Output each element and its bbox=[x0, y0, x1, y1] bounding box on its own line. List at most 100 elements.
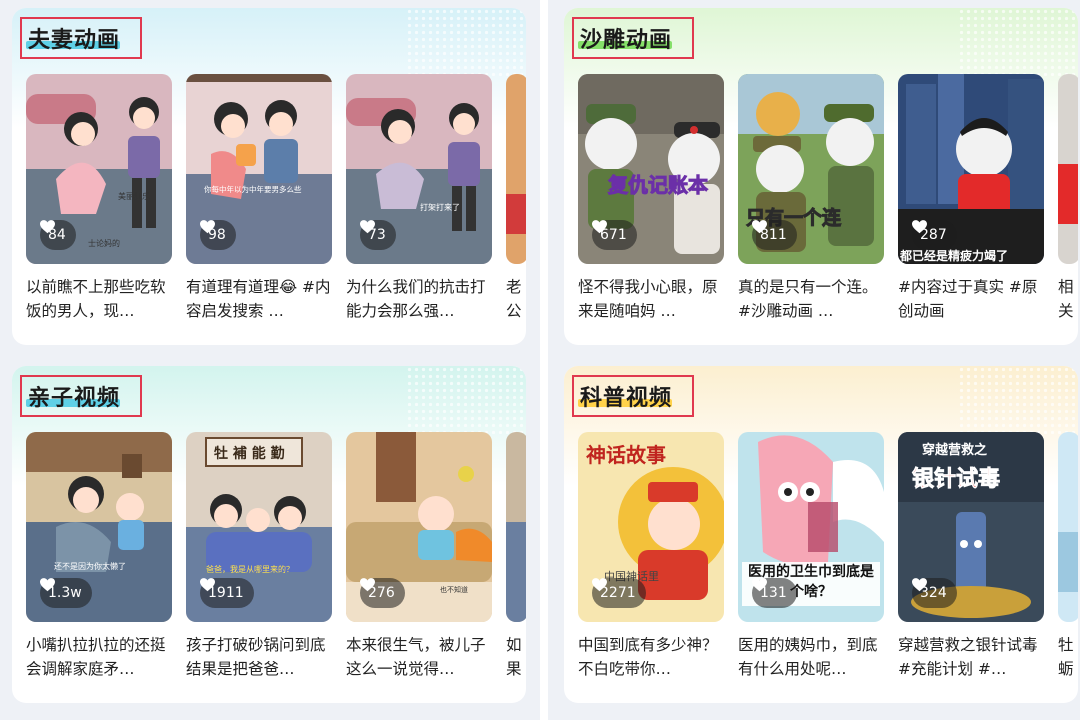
video-caption[interactable]: 医用的姨妈巾，到底有什么用处呢… bbox=[738, 633, 884, 681]
like-count-badge: 287 bbox=[912, 220, 957, 250]
video-card[interactable]: 只有一个连 811 真的是只有一个连。#沙雕动画 … bbox=[738, 74, 884, 323]
heart-icon bbox=[200, 578, 215, 592]
video-caption[interactable]: 真的是只有一个连。#沙雕动画 … bbox=[738, 275, 884, 323]
thumbnail-sign: 牡 補 能 勤 bbox=[214, 445, 285, 462]
video-caption[interactable]: 本来很生气，被儿子这么一说觉得… bbox=[346, 633, 492, 681]
card-row[interactable]: 神话故事 中国神话里 2271 中国到底有多少神？不白吃带你… 医用的卫生巾到底… bbox=[578, 432, 1078, 692]
video-caption[interactable]: 相关是不 bbox=[1058, 275, 1078, 323]
like-count-badge: 98 bbox=[200, 220, 236, 250]
video-thumbnail[interactable]: 美丽红乐 士论妈的 84 bbox=[26, 74, 172, 264]
video-caption[interactable]: 牡蛎也有 bbox=[1058, 633, 1078, 681]
thumbnail-caption: 穿越营救之 bbox=[922, 442, 987, 458]
video-card[interactable]: 也不知道 276 本来很生气，被儿子这么一说觉得… bbox=[346, 432, 492, 681]
video-caption[interactable]: 为什么我们的抗击打能力会那么强… bbox=[346, 275, 492, 323]
like-count-badge: 84 bbox=[40, 220, 76, 250]
heart-icon bbox=[912, 220, 927, 234]
video-thumbnail[interactable]: 也不知道 276 bbox=[346, 432, 492, 622]
section-title-box[interactable]: 夫妻动画 bbox=[20, 17, 143, 59]
like-count-badge: 1911 bbox=[200, 578, 254, 608]
like-count-badge: 324 bbox=[912, 578, 957, 608]
section-title: 夫妻动画 bbox=[28, 28, 121, 53]
video-caption[interactable]: 怪不得我小心眼，原来是随咱妈 … bbox=[578, 275, 724, 323]
video-caption[interactable]: 以前瞧不上那些吃软饭的男人，现… bbox=[26, 275, 172, 323]
thumbnail-caption: 也不知道 bbox=[440, 585, 468, 594]
video-thumbnail[interactable] bbox=[1058, 432, 1078, 622]
video-card[interactable]: 复仇记账本 671 怪不得我小心眼，原来是随咱妈 … bbox=[578, 74, 724, 323]
video-card-partial[interactable]: 如果老婆 bbox=[506, 432, 526, 681]
video-thumbnail[interactable]: 打架打来了 73 bbox=[346, 74, 492, 264]
video-card[interactable]: 打架打来了 73 为什么我们的抗击打能力会那么强… bbox=[346, 74, 492, 323]
video-thumbnail[interactable] bbox=[1058, 74, 1078, 264]
video-card[interactable]: 神话故事 中国神话里 2271 中国到底有多少神？不白吃带你… bbox=[578, 432, 724, 681]
video-card-partial[interactable]: 老公一拉 bbox=[506, 74, 526, 323]
thumbnail-art bbox=[506, 432, 526, 622]
video-caption[interactable]: 穿越营救之银针试毒 #充能计划 #… bbox=[898, 633, 1044, 681]
thumbnail-art bbox=[1058, 432, 1078, 622]
video-thumbnail[interactable]: 都已经是精疲力竭了 287 bbox=[898, 74, 1044, 264]
video-card[interactable]: 还不是因为你太懒了 1.3w 小嘴扒拉扒拉的还挺会调解家庭矛… bbox=[26, 432, 172, 681]
heart-icon bbox=[360, 220, 375, 234]
heart-icon bbox=[592, 578, 607, 592]
section-parenting-videos: 亲子视频 还不是因为你太懒了 1.3w 小嘴扒拉扒拉的还挺会调解家庭矛… 牡 補… bbox=[12, 366, 526, 703]
heart-icon bbox=[40, 578, 55, 592]
card-row[interactable]: 还不是因为你太懒了 1.3w 小嘴扒拉扒拉的还挺会调解家庭矛… 牡 補 能 勤 bbox=[26, 432, 526, 692]
video-card-partial[interactable]: 相关是不 bbox=[1058, 74, 1078, 323]
video-card[interactable]: 牡 補 能 勤 爸爸，我是从哪里来的？ 1911 孩子打破砂锅问到底结果是把爸爸… bbox=[186, 432, 332, 681]
video-card[interactable]: 你每中年以为中年要男多么些 98 有道理有道理😂 #内容启发搜索 … bbox=[186, 74, 332, 323]
section-title-box[interactable]: 科普视频 bbox=[572, 375, 695, 417]
video-card[interactable]: 医用的卫生巾到底是个啥？ 131 医用的姨妈巾，到底有什么用处呢… bbox=[738, 432, 884, 681]
like-count-badge: 1.3w bbox=[40, 578, 92, 608]
thumbnail-caption: 神话故事 bbox=[586, 443, 666, 467]
video-thumbnail[interactable]: 神话故事 中国神话里 2271 bbox=[578, 432, 724, 622]
thumbnail-caption: 美丽红乐 bbox=[118, 191, 150, 201]
thumbnail-caption: 打架打来了 bbox=[420, 202, 460, 212]
heart-icon bbox=[912, 578, 927, 592]
video-thumbnail[interactable]: 只有一个连 811 bbox=[738, 74, 884, 264]
heart-icon bbox=[592, 220, 607, 234]
section-title: 沙雕动画 bbox=[580, 28, 673, 53]
thumbnail-caption: 复仇记账本 bbox=[607, 173, 708, 197]
video-thumbnail[interactable] bbox=[506, 432, 526, 622]
heart-icon bbox=[40, 220, 55, 234]
thumbnail-art bbox=[1058, 74, 1078, 264]
like-count-badge: 73 bbox=[360, 220, 396, 250]
video-caption[interactable]: 有道理有道理😂 #内容启发搜索 … bbox=[186, 275, 332, 323]
video-card[interactable]: 都已经是精疲力竭了 287 #内容过于真实 #原创动画 bbox=[898, 74, 1044, 323]
like-count-badge: 276 bbox=[360, 578, 405, 608]
thumbnail-art bbox=[506, 74, 526, 264]
video-caption[interactable]: 小嘴扒拉扒拉的还挺会调解家庭矛… bbox=[26, 633, 172, 681]
thumbnail-caption: 爸爸，我是从哪里来的？ bbox=[206, 564, 294, 574]
video-card[interactable]: 美丽红乐 士论妈的 84 以前瞧不上那些吃软饭的男人，现… bbox=[26, 74, 172, 323]
section-title-box[interactable]: 亲子视频 bbox=[20, 375, 143, 417]
video-card-partial[interactable]: 牡蛎也有 bbox=[1058, 432, 1078, 681]
thumbnail-caption: 还不是因为你太懒了 bbox=[54, 561, 126, 571]
heart-icon bbox=[360, 578, 375, 592]
section-title-box[interactable]: 沙雕动画 bbox=[572, 17, 695, 59]
video-caption[interactable]: 中国到底有多少神？不白吃带你… bbox=[578, 633, 724, 681]
video-thumbnail[interactable]: 穿越营救之 银针试毒 324 bbox=[898, 432, 1044, 622]
section-title: 科普视频 bbox=[580, 386, 673, 411]
thumbnail-title: 银针试毒 bbox=[912, 466, 1000, 492]
thumbnail-watermark: 士论妈的 bbox=[88, 238, 120, 248]
like-count-badge: 671 bbox=[592, 220, 637, 250]
card-row[interactable]: 美丽红乐 士论妈的 84 以前瞧不上那些吃软饭的男人，现… 你每中年以为中年要男… bbox=[26, 74, 526, 334]
video-caption[interactable]: 孩子打破砂锅问到底结果是把爸爸… bbox=[186, 633, 332, 681]
video-thumbnail[interactable] bbox=[506, 74, 526, 264]
card-row[interactable]: 复仇记账本 671 怪不得我小心眼，原来是随咱妈 … 只有一个连 811 真的是… bbox=[578, 74, 1078, 334]
video-caption[interactable]: 老公一拉 bbox=[506, 275, 526, 323]
video-thumbnail[interactable]: 复仇记账本 671 bbox=[578, 74, 724, 264]
video-card[interactable]: 穿越营救之 银针试毒 324 穿越营救之银针试毒 #充能计划 #… bbox=[898, 432, 1044, 681]
video-thumbnail[interactable]: 牡 補 能 勤 爸爸，我是从哪里来的？ 1911 bbox=[186, 432, 332, 622]
section-science-videos: 科普视频 神话故事 中国神话里 2271 中国到底有多少神？不白吃带你… 医用的… bbox=[564, 366, 1078, 703]
column-divider bbox=[540, 0, 548, 720]
section-title: 亲子视频 bbox=[28, 386, 121, 411]
heart-icon bbox=[200, 220, 215, 234]
video-thumbnail[interactable]: 还不是因为你太懒了 1.3w bbox=[26, 432, 172, 622]
video-caption[interactable]: #内容过于真实 #原创动画 bbox=[898, 275, 1044, 323]
video-caption[interactable]: 如果老婆 bbox=[506, 633, 526, 681]
video-thumbnail[interactable]: 医用的卫生巾到底是个啥？ 131 bbox=[738, 432, 884, 622]
like-count-badge: 131 bbox=[752, 578, 797, 608]
heart-icon bbox=[752, 578, 767, 592]
video-thumbnail[interactable]: 你每中年以为中年要男多么些 98 bbox=[186, 74, 332, 264]
like-count-badge: 811 bbox=[752, 220, 797, 250]
